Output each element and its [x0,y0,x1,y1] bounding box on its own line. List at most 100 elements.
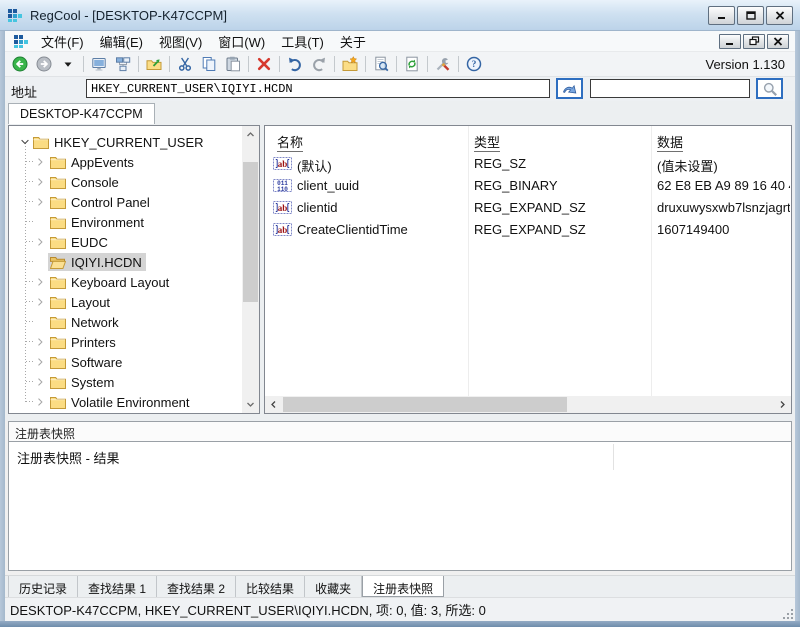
value-row[interactable]: 011110client_uuidREG_BINARY62 E8 EB A9 8… [265,175,791,197]
value-row[interactable]: abCreateClientidTimeREG_EXPAND_SZ1607149… [265,219,791,241]
mdi-restore-button[interactable] [743,34,765,49]
scroll-right-button[interactable] [774,396,791,413]
column-header[interactable]: 类型 [474,132,500,151]
go-arrow-icon [562,81,578,97]
tree-item-content[interactable]: AppEvents [48,153,138,171]
tree-item[interactable]: IQIYI.HCDN [9,252,224,272]
go-button[interactable] [556,78,583,99]
tree-item[interactable]: EUDC [9,232,224,252]
bottom-tab[interactable]: 查找结果 1 [78,576,157,597]
tree-item-content[interactable]: Environment [48,213,148,231]
refresh-button[interactable] [400,53,424,75]
tree-item-content[interactable]: Control Panel [48,193,154,211]
help-button[interactable]: ? [462,53,486,75]
minimize-button[interactable] [708,6,735,25]
tree-expand-icon[interactable] [34,276,46,288]
tree-expand-icon[interactable] [34,196,46,208]
tree-item-content[interactable]: Volatile Environment [48,393,194,411]
scroll-left-button[interactable] [265,396,282,413]
tree-expand-icon[interactable] [34,296,46,308]
menu-file[interactable]: 文件(F) [33,30,92,53]
menu-view[interactable]: 视图(V) [151,30,210,53]
tree-item-content[interactable]: Keyboard Layout [48,273,173,291]
tree-item[interactable]: Keyboard Layout [9,272,224,292]
value-row[interactable]: ab(默认)REG_SZ(值未设置) [265,153,791,175]
forward-button[interactable] [32,53,56,75]
value-row[interactable]: abclientidREG_EXPAND_SZdruxuwysxwb7lsnzj… [265,197,791,219]
scrollbar-thumb[interactable] [243,162,258,302]
tree-item[interactable]: AppEvents [9,152,224,172]
computer-button[interactable] [87,53,111,75]
maximize-button[interactable] [737,6,764,25]
quick-search-button[interactable] [756,78,783,99]
tree-vertical-scrollbar[interactable] [242,126,259,413]
bottom-tab[interactable]: 收藏夹 [305,576,362,597]
tree-item[interactable]: Volatile Environment [9,392,224,412]
tree-item-content[interactable]: Network [48,313,123,331]
undo-button[interactable] [283,53,307,75]
tree-expand-icon[interactable] [34,156,46,168]
tree-expand-icon[interactable] [34,396,46,408]
bottom-tab[interactable]: 注册表快照 [362,576,444,597]
network-button[interactable] [111,53,135,75]
menu-edit[interactable]: 编辑(E) [92,30,151,53]
document-tab[interactable]: DESKTOP-K47CCPM [8,103,155,124]
tree-expand-icon[interactable] [34,176,46,188]
scroll-down-button[interactable] [242,396,259,413]
folder-icon [50,236,66,249]
menu-about[interactable]: 关于 [332,30,374,53]
search-document-button[interactable] [369,53,393,75]
tree-item-content[interactable]: EUDC [48,233,112,251]
scroll-up-button[interactable] [242,126,259,143]
back-button[interactable] [8,53,32,75]
menu-tools[interactable]: 工具(T) [273,30,332,53]
list-horizontal-scrollbar[interactable] [265,396,791,413]
scrollbar-thumb[interactable] [283,397,567,412]
tree-item[interactable]: HKEY_CURRENT_USER [9,132,224,152]
tree-item-content[interactable]: IQIYI.HCDN [48,253,146,271]
tree-item[interactable]: Control Panel [9,192,224,212]
resize-grip-icon[interactable] [782,608,794,620]
bottom-tab[interactable]: 比较结果 [236,576,305,597]
cut-button[interactable] [173,53,197,75]
column-header[interactable]: 数据 [657,132,683,151]
tools-button[interactable] [431,53,455,75]
tree-item-label: AppEvents [71,155,134,170]
tree-item-content[interactable]: System [48,373,118,391]
import-folder-button[interactable] [142,53,166,75]
menu-window[interactable]: 窗口(W) [210,30,273,53]
delete-button[interactable] [252,53,276,75]
tree-expand-icon[interactable] [34,356,46,368]
close-button[interactable] [766,6,793,25]
quick-search-input[interactable] [590,79,750,98]
redo-button[interactable] [307,53,331,75]
tree-item[interactable]: Printers [9,332,224,352]
tree-item[interactable]: System [9,372,224,392]
address-input[interactable] [86,79,550,98]
tree-item-label: IQIYI.HCDN [71,255,142,270]
column-header[interactable]: 名称 [277,132,303,151]
paste-button[interactable] [221,53,245,75]
mdi-minimize-button[interactable] [719,34,741,49]
tree-item-content[interactable]: Software [48,353,126,371]
tree-item[interactable]: Layout [9,292,224,312]
tree-item[interactable]: Software [9,352,224,372]
tree-expand-icon[interactable] [34,336,46,348]
tree-item[interactable]: Network [9,312,224,332]
tree-item-content[interactable]: Layout [48,293,114,311]
favorite-folder-button[interactable] [338,53,362,75]
tree-item-content[interactable]: Console [48,173,123,191]
tree-expand-icon[interactable] [34,236,46,248]
tree-item-content[interactable]: HKEY_CURRENT_USER [31,133,208,151]
history-dropdown-button[interactable] [56,53,80,75]
tree-item-content[interactable]: Printers [48,333,120,351]
tree-expand-icon[interactable] [34,376,46,388]
bottom-tab[interactable]: 查找结果 2 [157,576,236,597]
copy-button[interactable] [197,53,221,75]
bottom-tab[interactable]: 历史记录 [8,576,78,597]
snapshot-result-label[interactable]: 注册表快照 - 结果 [17,448,120,467]
tree-item[interactable]: Console [9,172,224,192]
mdi-close-button[interactable] [767,34,789,49]
tree-item[interactable]: Environment [9,212,224,232]
tree-collapse-icon[interactable] [19,136,31,148]
